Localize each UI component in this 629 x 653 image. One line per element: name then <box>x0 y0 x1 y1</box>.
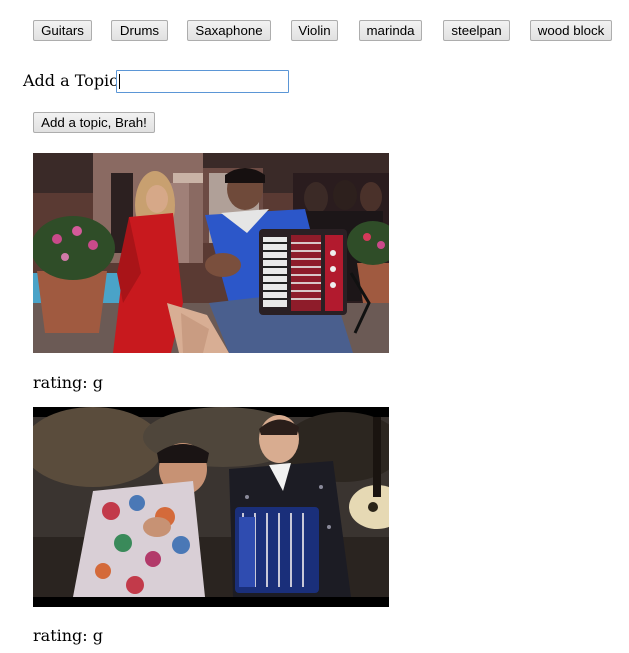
topic-button-violin[interactable]: Violin <box>291 20 338 41</box>
topic-button-steelpan[interactable]: steelpan <box>443 20 510 41</box>
topic-button-saxaphone[interactable]: Saxaphone <box>187 20 271 41</box>
add-topic-input[interactable] <box>116 70 289 93</box>
add-topic-button[interactable]: Add a topic, Brah! <box>33 112 155 133</box>
text-caret <box>119 74 120 89</box>
topic-button-marinda[interactable]: marinda <box>359 20 422 41</box>
gif-rating-1: rating: g <box>33 373 103 392</box>
topic-button-drums[interactable]: Drums <box>111 20 168 41</box>
gif-image-2[interactable] <box>33 407 389 607</box>
add-topic-label: Add a Topic <box>23 71 119 90</box>
topic-button-wood-block[interactable]: wood block <box>530 20 612 41</box>
gif-image-1[interactable] <box>33 153 389 353</box>
topic-button-guitars[interactable]: Guitars <box>33 20 92 41</box>
gif-rating-2: rating: g <box>33 626 103 645</box>
topic-button-bar: Guitars Drums Saxaphone Violin marinda s… <box>33 20 623 41</box>
